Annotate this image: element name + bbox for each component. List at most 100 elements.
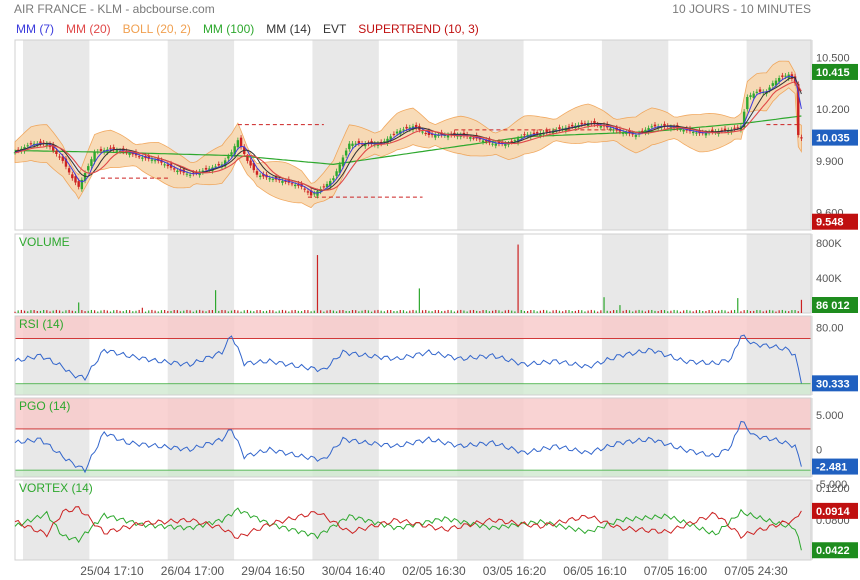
volume-bar — [663, 310, 666, 313]
volume-bar — [240, 311, 242, 313]
candle-body — [523, 134, 526, 136]
volume-bar — [58, 310, 61, 313]
volume-bar — [718, 310, 720, 313]
volume-bar — [743, 310, 745, 313]
volume-bar — [689, 310, 691, 313]
volume-bar — [100, 310, 102, 313]
volume-bar — [514, 311, 516, 313]
candle-body — [650, 126, 653, 128]
vortex-title: VORTEX (14) — [19, 481, 93, 495]
volume-bar — [562, 311, 564, 313]
volume-bar — [243, 310, 245, 313]
candle-body — [236, 140, 240, 148]
volume-bar — [520, 310, 522, 313]
candle-body — [494, 143, 497, 146]
volume-bar — [345, 310, 347, 313]
candle-body — [510, 141, 513, 143]
candle-body — [402, 129, 405, 131]
candle-body — [246, 156, 249, 161]
volume-bar — [144, 311, 147, 313]
volume-bar — [97, 311, 99, 313]
volume-bar — [527, 310, 529, 313]
volume-bar — [450, 310, 452, 313]
volume-bar — [278, 310, 280, 313]
volume-bar — [329, 309, 331, 313]
x-tick-label: 07/05 24:30 — [724, 564, 788, 578]
volume-bar — [218, 310, 220, 313]
volume-bar — [708, 310, 710, 313]
volume-bar — [78, 302, 80, 313]
volume-bar — [17, 310, 19, 313]
volume-bar — [695, 310, 697, 313]
candle-body — [609, 128, 612, 130]
volume-bar — [472, 309, 475, 313]
candle-body — [736, 127, 739, 129]
volume-bar — [692, 311, 694, 313]
volume-bar — [568, 310, 570, 313]
candle-body — [653, 124, 657, 127]
volume-bar — [670, 310, 672, 313]
volume-bar — [447, 309, 449, 313]
volume-bar — [740, 311, 742, 313]
candle-body — [472, 137, 475, 139]
volume-bar — [765, 310, 768, 313]
rsi-badge-label: 30.333 — [816, 378, 850, 390]
volume-bar — [673, 309, 675, 313]
volume-bar — [259, 310, 261, 313]
volume-bar — [300, 311, 303, 313]
volume-bar — [667, 311, 669, 313]
candle-body — [173, 168, 176, 170]
volume-bar — [437, 310, 440, 313]
volume-bar — [488, 311, 491, 313]
volume-bar — [753, 310, 755, 313]
candle-body — [109, 147, 112, 149]
volume-bar — [36, 311, 38, 313]
volume-bar — [148, 310, 150, 313]
volume-bar — [635, 310, 637, 313]
chart-canvas: 10.50010.2009.9009.60010.41510.0359.548V… — [13, 39, 858, 578]
volume-bar — [775, 311, 777, 313]
volume-bar — [205, 311, 207, 313]
rsi-oversold-zone — [15, 383, 811, 395]
volume-bar — [167, 310, 169, 313]
candle-body — [77, 181, 80, 187]
x-tick-label: 25/04 17:10 — [80, 564, 144, 578]
volume-bar — [313, 310, 315, 313]
volume-bar — [759, 310, 761, 313]
volume-bar — [87, 310, 89, 313]
volume-bar — [62, 311, 64, 313]
candle-body — [625, 132, 628, 134]
x-tick-label: 02/05 16:30 — [402, 564, 466, 578]
volume-badge-label: 86 012 — [816, 300, 850, 312]
candle-body — [571, 124, 574, 127]
candle-body — [800, 137, 803, 139]
candle-body — [115, 150, 119, 152]
candle-body — [239, 137, 243, 148]
volume-bar — [138, 309, 140, 313]
volume-bar — [320, 310, 322, 313]
volume-bar — [272, 310, 274, 313]
volume-bar — [714, 311, 717, 313]
volume-bar — [749, 311, 752, 313]
volume-bar — [170, 311, 172, 313]
candle-body — [137, 156, 141, 158]
volume-bar — [14, 311, 16, 313]
volume-bar — [208, 310, 210, 313]
candle-body — [746, 97, 749, 110]
candle-body — [141, 157, 144, 159]
session-shade — [457, 234, 524, 313]
candle-body — [313, 193, 316, 195]
session-shade — [167, 480, 235, 560]
vortex-frame — [14, 479, 812, 561]
volume-bar — [558, 310, 561, 313]
volume-bar — [581, 310, 583, 313]
volume-bar — [705, 310, 707, 313]
candle-body — [545, 130, 548, 132]
bollinger-band — [14, 60, 802, 209]
volume-bar — [84, 311, 86, 313]
volume-bar — [507, 309, 510, 313]
candle-body — [271, 178, 275, 180]
candle-body — [71, 174, 74, 179]
volume-bar — [644, 311, 647, 313]
candle-body — [249, 160, 252, 166]
